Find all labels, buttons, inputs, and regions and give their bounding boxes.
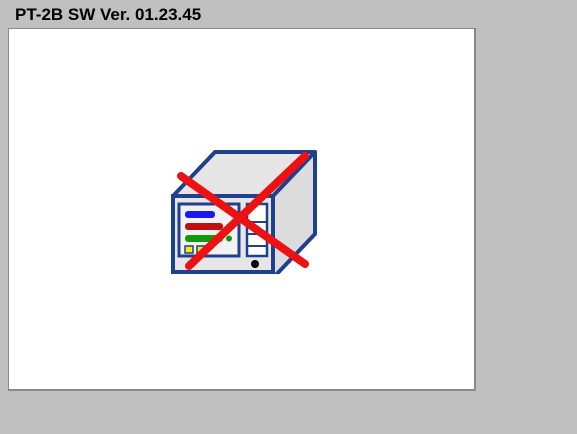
display-panel <box>8 28 476 391</box>
device-disconnected-icon <box>171 150 317 274</box>
title-bar: PT-2B SW Ver. 01.23.45 <box>0 0 577 28</box>
window-title: PT-2B SW Ver. 01.23.45 <box>15 5 202 24</box>
